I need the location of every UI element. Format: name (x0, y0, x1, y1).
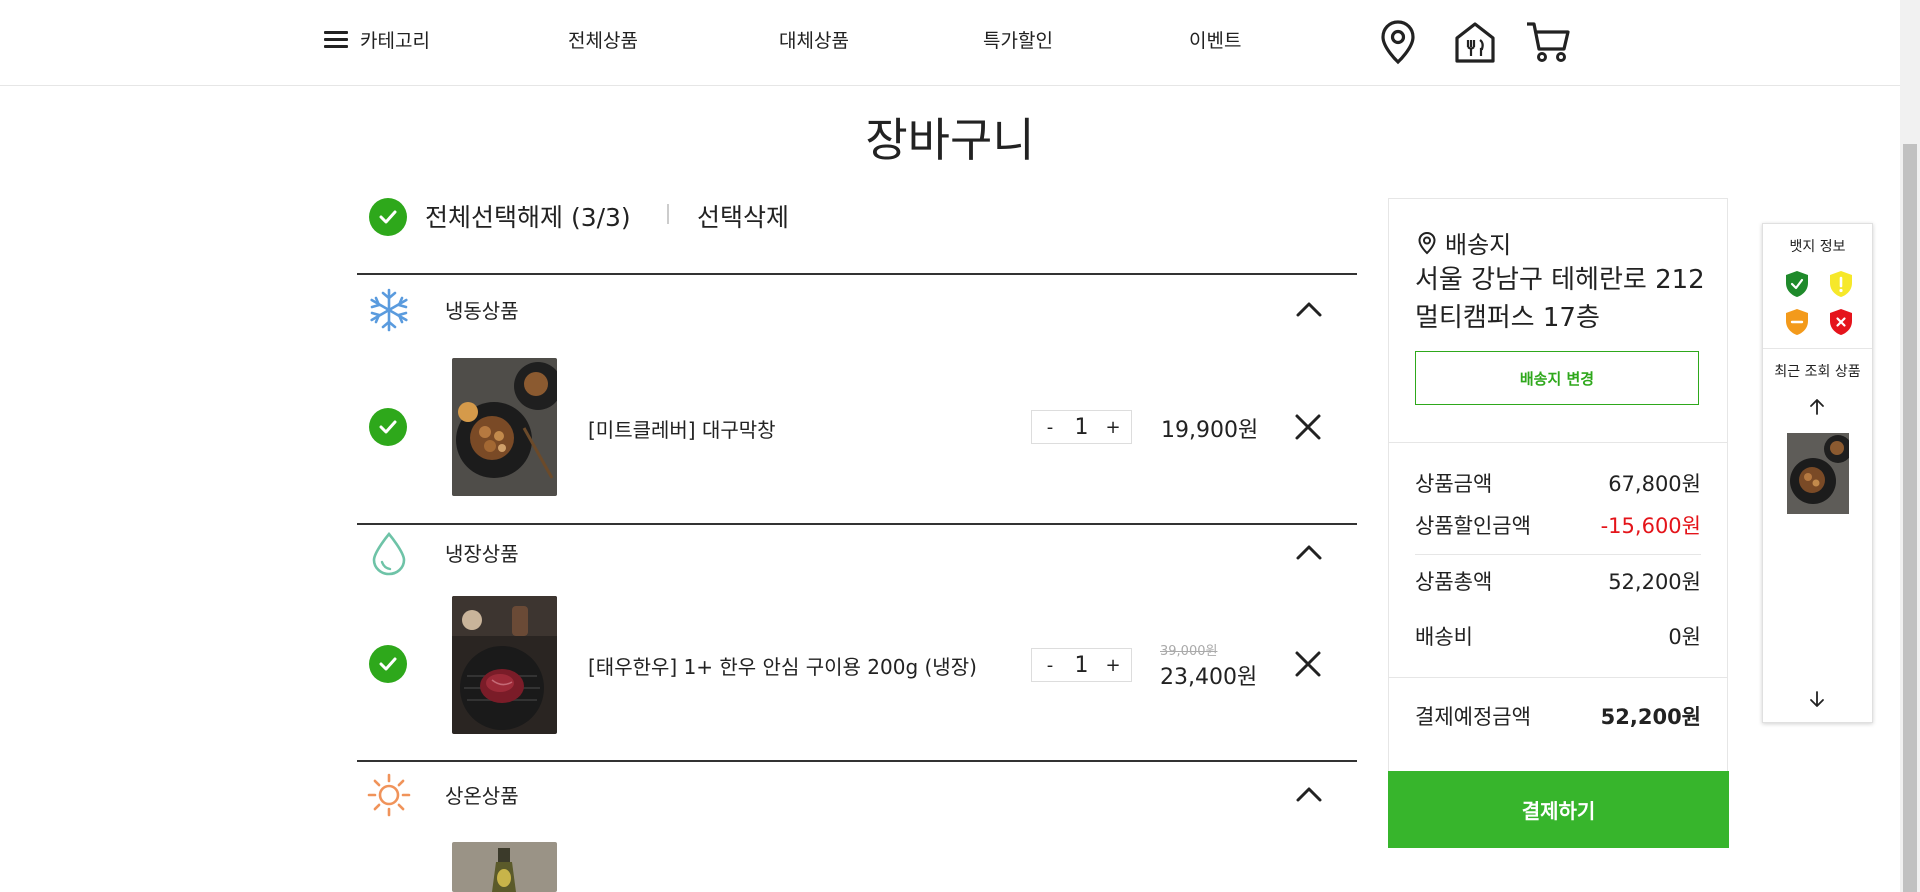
recent-products-title: 최근 조회 상품 (1774, 364, 1861, 380)
change-address-button[interactable]: 배송지 변경 (1415, 351, 1699, 405)
summary-row-product-amount: 상품금액 67,800원 (1415, 468, 1701, 498)
delivery-label: 배송지 (1445, 231, 1512, 259)
product-image-beef-intestine[interactable] (452, 358, 557, 496)
item-checkbox[interactable] (369, 408, 407, 446)
water-drop-icon (372, 531, 406, 576)
quantity-value[interactable]: 1 (1075, 653, 1089, 678)
badge-info-title: 뱃지 정보 (1789, 239, 1846, 255)
page-scrollbar[interactable] (1900, 0, 1920, 892)
group-label-room-temperature: 상온상품 (445, 784, 519, 808)
side-widget: 뱃지 정보 최근 조회 상품 (1762, 223, 1873, 723)
remove-item-icon[interactable] (1292, 648, 1324, 680)
nav-special-sale[interactable]: 특가할인 (983, 26, 1053, 53)
address-line-1: 서울 강남구 테헤란로 212 (1415, 265, 1705, 295)
shield-x-icon[interactable] (1828, 308, 1854, 336)
summary-label: 상품할인금액 (1415, 514, 1531, 538)
select-all-checkbox[interactable] (369, 198, 407, 236)
summary-label: 배송비 (1415, 625, 1473, 649)
group-divider (357, 273, 1357, 275)
chevron-up-icon[interactable] (1294, 538, 1324, 568)
chevron-up-icon[interactable] (1294, 780, 1324, 810)
divider (1389, 442, 1727, 443)
delivery-heading: 배송지 (1415, 225, 1511, 260)
checkout-button[interactable]: 결제하기 (1388, 771, 1729, 848)
arrow-down-icon[interactable] (1806, 688, 1828, 710)
chevron-up-icon[interactable] (1294, 295, 1324, 325)
top-header: 카테고리 전체상품 대체상품 특가할인 이벤트 (0, 0, 1900, 86)
recent-product-thumbnail[interactable] (1787, 433, 1849, 514)
summary-label: 상품총액 (1415, 570, 1493, 594)
address-line-2: 멀티캠퍼스 17층 (1415, 303, 1600, 333)
arrow-up-icon[interactable] (1806, 396, 1828, 418)
total-label: 결제예정금액 (1415, 705, 1531, 729)
item-name[interactable]: [태우한우] 1+ 한우 안심 구이용 200g (냉장) (588, 651, 977, 680)
group-divider (357, 760, 1357, 762)
decrease-quantity-button[interactable]: - (1042, 655, 1058, 676)
summary-value: 52,200원 (1608, 570, 1701, 594)
increase-quantity-button[interactable]: + (1105, 417, 1121, 438)
snowflake-icon (370, 288, 408, 332)
delete-selected-button[interactable]: 선택삭제 (697, 198, 789, 234)
item-price: 23,400원 (1160, 665, 1258, 690)
divider (1763, 348, 1872, 349)
item-price: 19,900원 (1161, 418, 1259, 443)
summary-value: 67,800원 (1608, 472, 1701, 496)
divider (667, 204, 669, 224)
summary-label: 상품금액 (1415, 472, 1493, 496)
product-image-hanwoo-tenderloin[interactable] (452, 596, 557, 734)
quantity-stepper: - 1 + (1031, 648, 1132, 682)
hamburger-icon (324, 30, 348, 49)
increase-quantity-button[interactable]: + (1105, 655, 1121, 676)
quantity-value[interactable]: 1 (1075, 415, 1089, 440)
shield-warning-icon[interactable] (1828, 270, 1854, 298)
select-all-label[interactable]: 전체선택해제 (3/3) (425, 198, 631, 234)
delivery-address: 서울 강남구 테헤란로 212 멀티캠퍼스 17층 (1415, 261, 1715, 337)
remove-item-icon[interactable] (1292, 411, 1324, 443)
nav-all-products[interactable]: 전체상품 (568, 26, 638, 53)
group-label-frozen: 냉동상품 (445, 299, 519, 323)
order-summary-panel: 배송지 서울 강남구 테헤란로 212 멀티캠퍼스 17층 배송지 변경 상품금… (1388, 198, 1728, 773)
group-label-refrigerated: 냉장상품 (445, 542, 519, 566)
location-pin-icon[interactable] (1374, 18, 1422, 66)
checkmark-icon (379, 657, 397, 671)
product-image-room-temp[interactable] (452, 842, 557, 892)
summary-row-discount: 상품할인금액 -15,600원 (1415, 510, 1701, 540)
item-original-price: 39,000원 (1160, 644, 1218, 659)
sun-icon (367, 773, 411, 817)
checkmark-icon (379, 210, 397, 224)
shield-check-icon[interactable] (1784, 270, 1810, 298)
quantity-stepper: - 1 + (1031, 410, 1132, 444)
decrease-quantity-button[interactable]: - (1042, 417, 1058, 438)
summary-row-subtotal: 상품총액 52,200원 (1415, 566, 1701, 596)
scrollbar-thumb[interactable] (1903, 144, 1917, 892)
summary-row-shipping: 배송비 0원 (1415, 621, 1701, 651)
item-name[interactable]: [미트클레버] 대구막창 (588, 414, 776, 443)
cart-icon[interactable] (1524, 18, 1572, 66)
group-divider (357, 523, 1357, 525)
category-menu[interactable]: 카테고리 (324, 26, 430, 53)
store-icon[interactable] (1451, 18, 1499, 66)
summary-value: 0원 (1668, 625, 1701, 649)
summary-row-total: 결제예정금액 52,200원 (1415, 701, 1701, 731)
category-label: 카테고리 (360, 30, 430, 52)
nav-alternative-products[interactable]: 대체상품 (779, 26, 849, 53)
nav-events[interactable]: 이벤트 (1189, 26, 1241, 53)
divider (1415, 554, 1701, 555)
location-pin-icon (1418, 231, 1436, 254)
shield-minus-icon[interactable] (1784, 308, 1810, 336)
divider (1389, 677, 1727, 678)
checkmark-icon (379, 420, 397, 434)
page-title: 장바구니 (865, 113, 1035, 167)
summary-value: -15,600원 (1600, 514, 1701, 538)
item-checkbox[interactable] (369, 645, 407, 683)
total-value: 52,200원 (1600, 705, 1701, 729)
